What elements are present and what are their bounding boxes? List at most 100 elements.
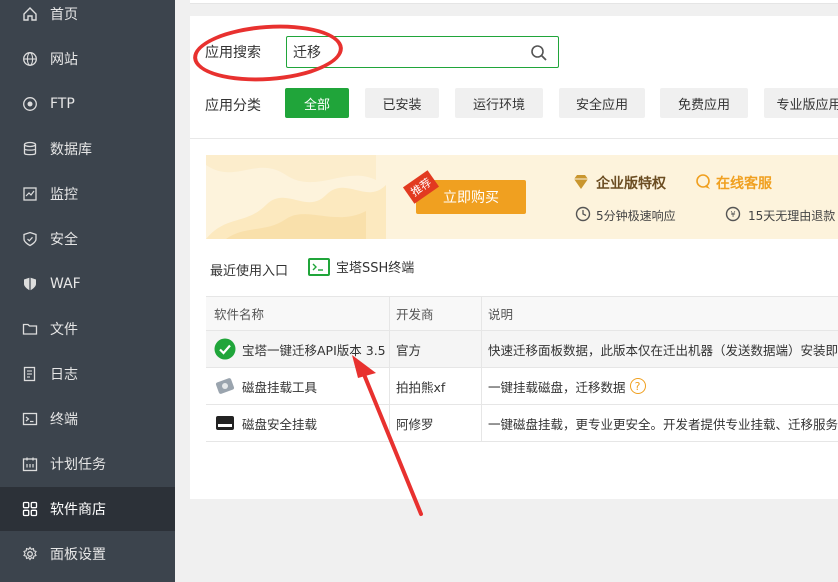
sidebar-item-label: 首页 xyxy=(50,7,78,23)
table-header: 软件名称 开发商 说明 xyxy=(206,297,838,331)
recent-item-label: 宝塔SSH终端 xyxy=(336,261,415,276)
app-description: 一键磁盘挂载，更专业更安全。开发者提供专业挂载、迁移服务 xyxy=(488,416,838,432)
category-installed[interactable]: 已安装 xyxy=(365,88,439,118)
divider xyxy=(190,138,838,139)
sidebar-item-logs[interactable]: 日志 xyxy=(0,352,175,396)
table-row[interactable]: 磁盘安全挂载 阿修罗 一键磁盘挂载，更专业更安全。开发者提供专业挂载、迁移服务 … xyxy=(206,405,838,442)
ftp-icon xyxy=(22,96,38,112)
annotation-circle xyxy=(191,19,345,87)
sidebar-item-security[interactable]: 安全 xyxy=(0,217,175,261)
app-description: 快速迁移面板数据，此版本仅在迁出机器（发送数据端）安装即可 xyxy=(488,342,838,358)
category-label: 应用分类 xyxy=(205,98,261,114)
header-developer: 开发商 xyxy=(396,307,434,322)
sidebar-item-home[interactable]: 首页 xyxy=(0,0,175,36)
sidebar-item-label: 监控 xyxy=(50,187,78,203)
sidebar-item-label: 数据库 xyxy=(50,142,92,158)
sidebar-item-label: 安全 xyxy=(50,232,78,248)
table-row[interactable]: 磁盘挂载工具 拍拍熊xf 一键挂载磁盘，迁移数据 ? xyxy=(206,368,838,405)
header-description: 说明 xyxy=(488,307,514,322)
cell-name: 磁盘挂载工具 xyxy=(214,368,394,404)
folder-icon xyxy=(22,321,38,337)
sidebar-item-store[interactable]: 软件商店 xyxy=(0,487,175,531)
globe-icon xyxy=(22,51,38,67)
waf-icon xyxy=(22,276,38,292)
sidebar-item-settings[interactable]: 面板设置 xyxy=(0,532,175,576)
refund-text: 15天无理由退款 xyxy=(748,209,836,223)
recent-label: 最近使用入口 xyxy=(210,264,289,279)
category-all[interactable]: 全部 xyxy=(285,88,349,118)
promo-banner: 立即购买 推荐 企业版特权 在线客服 5分钟极速响应 ¥ 15天无理由退款 xyxy=(206,155,838,239)
sidebar-item-website[interactable]: 网站 xyxy=(0,37,175,81)
col-divider xyxy=(389,405,390,441)
home-icon xyxy=(22,6,38,22)
calendar-icon xyxy=(22,456,38,472)
response-text: 5分钟极速响应 xyxy=(596,209,676,223)
col-divider xyxy=(481,405,482,441)
cell-name: 磁盘安全挂载 xyxy=(214,405,394,441)
sidebar-item-label: FTP xyxy=(50,96,75,112)
cell-description: 一键挂载磁盘，迁移数据 ? xyxy=(488,368,838,404)
database-icon xyxy=(22,141,38,157)
shield-icon xyxy=(22,231,38,247)
col-divider xyxy=(389,297,390,330)
log-icon xyxy=(22,366,38,382)
cell-name: 宝塔一键迁移API版本 3.5 xyxy=(214,331,394,367)
svg-text:¥: ¥ xyxy=(730,210,735,219)
category-runtime[interactable]: 运行环境 xyxy=(455,88,543,118)
sidebar-item-label: 网站 xyxy=(50,52,78,68)
cell-description: 一键磁盘挂载，更专业更安全。开发者提供专业挂载、迁移服务 ? xyxy=(488,405,838,441)
chat-icon xyxy=(696,174,710,189)
clock-icon xyxy=(575,206,591,222)
sidebar-item-ftp[interactable]: FTP xyxy=(0,82,175,126)
help-icon[interactable]: ? xyxy=(629,378,646,394)
table-row[interactable]: 宝塔一键迁移API版本 3.5 官方 快速迁移面板数据，此版本仅在迁出机器（发送… xyxy=(206,331,838,368)
drive-icon xyxy=(216,416,234,430)
sidebar-item-label: 计划任务 xyxy=(50,457,106,473)
online-service-link[interactable]: 在线客服 xyxy=(716,173,772,193)
app-description: 一键挂载磁盘，迁移数据 xyxy=(488,379,626,395)
sidebar-item-files[interactable]: 文件 xyxy=(0,307,175,351)
diamond-icon xyxy=(574,175,588,189)
sidebar: 首页 网站 FTP 数据库 监控 安全 WAF 文件 日志 终端 计划任务 软件… xyxy=(0,0,175,582)
sidebar-item-label: 文件 xyxy=(50,322,78,338)
refund-icon: ¥ xyxy=(725,206,741,222)
sidebar-item-label: WAF xyxy=(50,276,81,292)
sidebar-item-cron[interactable]: 计划任务 xyxy=(0,442,175,486)
app-developer: 拍拍熊xf xyxy=(396,379,446,395)
recent-ssh-terminal[interactable]: 宝塔SSH终端 xyxy=(308,257,414,276)
category-free[interactable]: 免费应用 xyxy=(660,88,748,118)
header-name: 软件名称 xyxy=(214,307,265,322)
app-name: 磁盘挂载工具 xyxy=(242,379,318,395)
terminal-icon xyxy=(22,411,38,427)
disk-icon xyxy=(215,378,235,394)
app-developer: 官方 xyxy=(396,342,422,358)
enterprise-perks: 企业版特权 xyxy=(596,176,666,192)
col-divider xyxy=(481,297,482,330)
monitor-icon xyxy=(22,186,38,202)
category-security[interactable]: 安全应用 xyxy=(559,88,645,118)
app-name: 宝塔一键迁移API版本 3.5 xyxy=(242,342,386,358)
sidebar-item-label: 面板设置 xyxy=(50,547,106,563)
search-icon[interactable] xyxy=(530,44,548,62)
sidebar-item-waf[interactable]: WAF xyxy=(0,262,175,306)
sidebar-item-database[interactable]: 数据库 xyxy=(0,127,175,171)
col-divider xyxy=(389,368,390,404)
col-divider xyxy=(481,368,482,404)
software-store-panel: 应用搜索 应用分类 全部 已安装 运行环境 安全应用 免费应用 专业版应用 立即… xyxy=(190,16,838,499)
sidebar-item-monitor[interactable]: 监控 xyxy=(0,172,175,216)
app-developer: 阿修罗 xyxy=(396,416,434,432)
software-table: 软件名称 开发商 说明 宝塔一键迁移API版本 3.5 官方 快速迁移面板数据，… xyxy=(206,296,838,442)
sidebar-item-label: 终端 xyxy=(50,412,78,428)
gear-icon xyxy=(22,546,38,562)
check-circle-icon xyxy=(214,338,236,360)
app-name: 磁盘安全挂载 xyxy=(242,416,318,432)
sidebar-item-terminal[interactable]: 终端 xyxy=(0,397,175,441)
sidebar-item-label: 日志 xyxy=(50,367,78,383)
col-divider xyxy=(481,331,482,367)
grid-icon xyxy=(22,501,38,517)
top-strip xyxy=(190,0,838,4)
terminal-icon xyxy=(308,257,330,276)
col-divider xyxy=(389,331,390,367)
sidebar-item-label: 软件商店 xyxy=(50,502,106,518)
category-pro[interactable]: 专业版应用 xyxy=(764,88,838,118)
